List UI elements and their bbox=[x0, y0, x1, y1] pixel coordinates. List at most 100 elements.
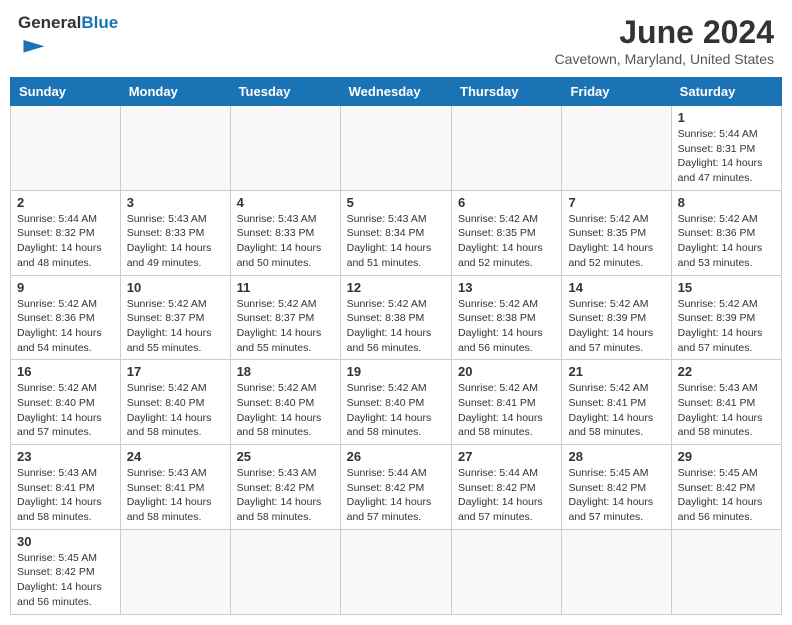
day-number: 21 bbox=[568, 364, 664, 379]
header: GeneralBlue June 2024 Cavetown, Maryland… bbox=[10, 10, 782, 71]
week-row-5: 30Sunrise: 5:45 AM Sunset: 8:42 PM Dayli… bbox=[11, 529, 782, 614]
day-cell: 30Sunrise: 5:45 AM Sunset: 8:42 PM Dayli… bbox=[11, 529, 121, 614]
day-info: Sunrise: 5:42 AM Sunset: 8:39 PM Dayligh… bbox=[678, 297, 775, 356]
day-cell: 8 Sunrise: 5:42 AM Sunset: 8:36 PM Daylig… bbox=[671, 190, 781, 275]
day-info: Sunrise: 5:45 AM Sunset: 8:42 PM Dayligh… bbox=[568, 466, 664, 525]
day-info: Sunrise: 5:42 AM Sunset: 8:38 PM Dayligh… bbox=[458, 297, 555, 356]
day-cell: 23 Sunrise: 5:43 AM Sunset: 8:41 PM Dayli… bbox=[11, 445, 121, 530]
day-info: Sunrise: 5:43 AM Sunset: 8:33 PM Dayligh… bbox=[127, 212, 224, 271]
header-wednesday: Wednesday bbox=[340, 78, 451, 106]
day-cell: 28 Sunrise: 5:45 AM Sunset: 8:42 PM Dayli… bbox=[562, 445, 671, 530]
day-cell bbox=[452, 106, 562, 191]
header-saturday: Saturday bbox=[671, 78, 781, 106]
day-cell: 15 Sunrise: 5:42 AM Sunset: 8:39 PM Dayli… bbox=[671, 275, 781, 360]
day-number: 1 bbox=[678, 110, 775, 125]
week-row-2: 9Sunrise: 5:42 AM Sunset: 8:36 PM Daylig… bbox=[11, 275, 782, 360]
day-info: Sunrise: 5:42 AM Sunset: 8:35 PM Dayligh… bbox=[568, 212, 664, 271]
day-cell: 16 Sunrise: 5:42 AM Sunset: 8:40 PM Dayli… bbox=[11, 360, 121, 445]
day-cell: 20Sunrise: 5:42 AM Sunset: 8:41 PM Dayli… bbox=[452, 360, 562, 445]
day-number: 11 bbox=[237, 280, 334, 295]
day-cell bbox=[562, 529, 671, 614]
day-info: Sunrise: 5:42 AM Sunset: 8:39 PM Dayligh… bbox=[568, 297, 664, 356]
day-cell: 21 Sunrise: 5:42 AM Sunset: 8:41 PM Dayli… bbox=[562, 360, 671, 445]
header-tuesday: Tuesday bbox=[230, 78, 340, 106]
day-cell bbox=[11, 106, 121, 191]
header-friday: Friday bbox=[562, 78, 671, 106]
day-info: Sunrise: 5:42 AM Sunset: 8:37 PM Dayligh… bbox=[237, 297, 334, 356]
day-number: 16 bbox=[17, 364, 114, 379]
week-row-1: 2 Sunrise: 5:44 AM Sunset: 8:32 PM Daylig… bbox=[11, 190, 782, 275]
week-row-3: 16 Sunrise: 5:42 AM Sunset: 8:40 PM Dayli… bbox=[11, 360, 782, 445]
day-info: Sunrise: 5:42 AM Sunset: 8:40 PM Dayligh… bbox=[17, 381, 114, 440]
day-info: Sunrise: 5:43 AM Sunset: 8:41 PM Dayligh… bbox=[17, 466, 114, 525]
day-cell bbox=[340, 529, 451, 614]
day-number: 10 bbox=[127, 280, 224, 295]
day-number: 3 bbox=[127, 195, 224, 210]
day-info: Sunrise: 5:44 AM Sunset: 8:42 PM Dayligh… bbox=[458, 466, 555, 525]
day-number: 15 bbox=[678, 280, 775, 295]
day-info: Sunrise: 5:42 AM Sunset: 8:40 PM Dayligh… bbox=[237, 381, 334, 440]
header-thursday: Thursday bbox=[452, 78, 562, 106]
day-cell: 26Sunrise: 5:44 AM Sunset: 8:42 PM Dayli… bbox=[340, 445, 451, 530]
day-cell: 24Sunrise: 5:43 AM Sunset: 8:41 PM Dayli… bbox=[120, 445, 230, 530]
day-info: Sunrise: 5:43 AM Sunset: 8:42 PM Dayligh… bbox=[237, 466, 334, 525]
day-cell: 17Sunrise: 5:42 AM Sunset: 8:40 PM Dayli… bbox=[120, 360, 230, 445]
weekday-header-row: Sunday Monday Tuesday Wednesday Thursday… bbox=[11, 78, 782, 106]
day-cell: 11 Sunrise: 5:42 AM Sunset: 8:37 PM Dayli… bbox=[230, 275, 340, 360]
day-info: Sunrise: 5:44 AM Sunset: 8:32 PM Dayligh… bbox=[17, 212, 114, 271]
day-number: 4 bbox=[237, 195, 334, 210]
day-cell: 19 Sunrise: 5:42 AM Sunset: 8:40 PM Dayli… bbox=[340, 360, 451, 445]
day-cell: 6Sunrise: 5:42 AM Sunset: 8:35 PM Daylig… bbox=[452, 190, 562, 275]
day-number: 18 bbox=[237, 364, 334, 379]
day-info: Sunrise: 5:44 AM Sunset: 8:31 PM Dayligh… bbox=[678, 127, 775, 186]
day-cell: 1 Sunrise: 5:44 AM Sunset: 8:31 PM Daylig… bbox=[671, 106, 781, 191]
day-info: Sunrise: 5:42 AM Sunset: 8:36 PM Dayligh… bbox=[678, 212, 775, 271]
logo-general: General bbox=[18, 13, 81, 32]
day-number: 13 bbox=[458, 280, 555, 295]
day-info: Sunrise: 5:42 AM Sunset: 8:35 PM Dayligh… bbox=[458, 212, 555, 271]
day-info: Sunrise: 5:42 AM Sunset: 8:40 PM Dayligh… bbox=[347, 381, 445, 440]
day-cell bbox=[120, 529, 230, 614]
day-cell bbox=[230, 106, 340, 191]
day-info: Sunrise: 5:45 AM Sunset: 8:42 PM Dayligh… bbox=[17, 551, 114, 610]
day-cell: 27Sunrise: 5:44 AM Sunset: 8:42 PM Dayli… bbox=[452, 445, 562, 530]
day-cell bbox=[452, 529, 562, 614]
day-info: Sunrise: 5:42 AM Sunset: 8:36 PM Dayligh… bbox=[17, 297, 114, 356]
day-number: 5 bbox=[347, 195, 445, 210]
day-info: Sunrise: 5:42 AM Sunset: 8:37 PM Dayligh… bbox=[127, 297, 224, 356]
day-info: Sunrise: 5:42 AM Sunset: 8:41 PM Dayligh… bbox=[568, 381, 664, 440]
logo-flag-icon bbox=[20, 33, 48, 61]
day-number: 22 bbox=[678, 364, 775, 379]
day-info: Sunrise: 5:42 AM Sunset: 8:38 PM Dayligh… bbox=[347, 297, 445, 356]
day-number: 24 bbox=[127, 449, 224, 464]
day-cell: 18 Sunrise: 5:42 AM Sunset: 8:40 PM Dayli… bbox=[230, 360, 340, 445]
day-number: 23 bbox=[17, 449, 114, 464]
title-block: June 2024 Cavetown, Maryland, United Sta… bbox=[555, 14, 774, 67]
calendar-table: Sunday Monday Tuesday Wednesday Thursday… bbox=[10, 77, 782, 615]
day-cell: 14Sunrise: 5:42 AM Sunset: 8:39 PM Dayli… bbox=[562, 275, 671, 360]
day-cell: 2 Sunrise: 5:44 AM Sunset: 8:32 PM Daylig… bbox=[11, 190, 121, 275]
day-info: Sunrise: 5:44 AM Sunset: 8:42 PM Dayligh… bbox=[347, 466, 445, 525]
day-number: 19 bbox=[347, 364, 445, 379]
day-number: 7 bbox=[568, 195, 664, 210]
day-info: Sunrise: 5:43 AM Sunset: 8:34 PM Dayligh… bbox=[347, 212, 445, 271]
day-cell bbox=[120, 106, 230, 191]
day-info: Sunrise: 5:43 AM Sunset: 8:33 PM Dayligh… bbox=[237, 212, 334, 271]
day-info: Sunrise: 5:43 AM Sunset: 8:41 PM Dayligh… bbox=[678, 381, 775, 440]
day-number: 12 bbox=[347, 280, 445, 295]
calendar-subtitle: Cavetown, Maryland, United States bbox=[555, 51, 774, 67]
day-cell: 12 Sunrise: 5:42 AM Sunset: 8:38 PM Dayli… bbox=[340, 275, 451, 360]
day-cell: 9Sunrise: 5:42 AM Sunset: 8:36 PM Daylig… bbox=[11, 275, 121, 360]
day-cell bbox=[230, 529, 340, 614]
week-row-0: 1 Sunrise: 5:44 AM Sunset: 8:31 PM Daylig… bbox=[11, 106, 782, 191]
day-number: 28 bbox=[568, 449, 664, 464]
day-info: Sunrise: 5:42 AM Sunset: 8:40 PM Dayligh… bbox=[127, 381, 224, 440]
day-cell bbox=[562, 106, 671, 191]
day-cell: 10 Sunrise: 5:42 AM Sunset: 8:37 PM Dayli… bbox=[120, 275, 230, 360]
week-row-4: 23 Sunrise: 5:43 AM Sunset: 8:41 PM Dayli… bbox=[11, 445, 782, 530]
day-info: Sunrise: 5:45 AM Sunset: 8:42 PM Dayligh… bbox=[678, 466, 775, 525]
day-number: 8 bbox=[678, 195, 775, 210]
day-cell: 7 Sunrise: 5:42 AM Sunset: 8:35 PM Daylig… bbox=[562, 190, 671, 275]
day-cell: 22 Sunrise: 5:43 AM Sunset: 8:41 PM Dayli… bbox=[671, 360, 781, 445]
day-number: 2 bbox=[17, 195, 114, 210]
